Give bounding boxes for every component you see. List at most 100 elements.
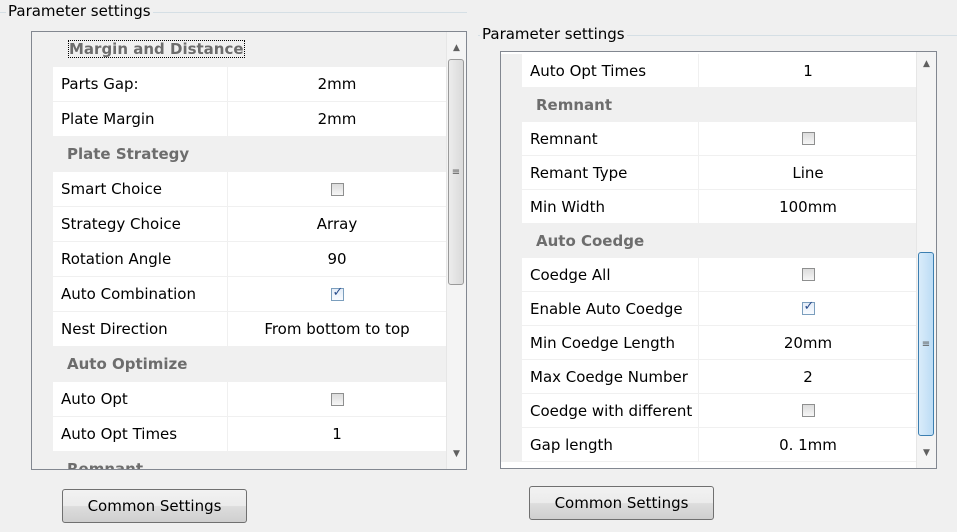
category-row-margin-and-distance[interactable]: Margin and Distance	[32, 32, 446, 67]
checked-checkbox[interactable]	[801, 299, 815, 315]
triangle-up-icon[interactable]: ▲	[917, 54, 936, 73]
property-row-enable-auto-coedge[interactable]: Enable Auto Coedge	[501, 292, 917, 326]
checkbox[interactable]	[330, 182, 344, 196]
property-name: Max Coedge Number	[522, 360, 699, 393]
scroll-thumb[interactable]: ≡	[918, 252, 934, 436]
row-gutter	[32, 347, 53, 381]
property-grid[interactable]: Margin and Distance Parts Gap: 2mm Plate Ma…	[31, 31, 467, 470]
property-row-remant-type[interactable]: Remant Type Line	[501, 156, 917, 190]
row-gutter	[501, 292, 522, 325]
category-row-remnant[interactable]: Remnant	[32, 452, 446, 470]
property-row-nest-direction[interactable]: Nest Direction From bottom to top	[32, 312, 446, 347]
property-value[interactable]: 20mm	[699, 326, 917, 359]
property-name: Rotation Angle	[53, 242, 228, 276]
triangle-down-icon[interactable]: ▼	[917, 443, 936, 462]
property-name: Parts Gap:	[53, 67, 228, 101]
property-value[interactable]: 2mm	[228, 102, 446, 136]
property-row-max-coedge-number[interactable]: Max Coedge Number 2	[501, 360, 917, 394]
property-value-checkbox-cell[interactable]	[699, 258, 917, 291]
property-value-checkbox-cell[interactable]	[228, 277, 446, 311]
right-parameter-panel: Parameter settings Auto Opt Times 1 Remnan…	[478, 0, 957, 532]
triangle-up-icon[interactable]: ▲	[447, 38, 466, 57]
common-settings-button[interactable]: Common Settings	[529, 486, 714, 520]
property-row-auto-combination[interactable]: Auto Combination	[32, 277, 446, 312]
property-row-parts-gap[interactable]: Parts Gap: 2mm	[32, 67, 446, 102]
property-name: Min Width	[522, 190, 699, 223]
property-row-coedge-all[interactable]: Coedge All	[501, 258, 917, 292]
property-value-checkbox-cell[interactable]	[228, 382, 446, 416]
property-row-min-width[interactable]: Min Width 100mm	[501, 190, 917, 224]
grip-lines-icon: ≡	[921, 338, 931, 350]
row-gutter	[32, 417, 53, 451]
left-parameter-panel: Parameter settings Margin and Distance Pa…	[0, 0, 467, 532]
property-value[interactable]: 90	[228, 242, 446, 276]
property-row-auto-opt-times[interactable]: Auto Opt Times 1	[32, 417, 446, 452]
row-gutter	[501, 54, 522, 87]
category-label-text: Remnant	[67, 460, 144, 470]
property-row-strategy-choice[interactable]: Strategy Choice Array	[32, 207, 446, 242]
property-value[interactable]: Line	[699, 156, 917, 189]
property-row-coedge-with-different[interactable]: Coedge with different	[501, 394, 917, 428]
property-grid[interactable]: Auto Opt Times 1 Remnant Remnant Remant Type…	[500, 51, 937, 469]
property-name: Coedge with different	[522, 394, 699, 427]
vertical-scrollbar[interactable]: ▲ ≡ ▼	[916, 52, 936, 468]
property-row-plate-margin[interactable]: Plate Margin 2mm	[32, 102, 446, 137]
property-value-checkbox-cell[interactable]	[699, 394, 917, 427]
vertical-scrollbar[interactable]: ▲ ≡ ▼	[446, 32, 466, 469]
property-row-min-coedge-length[interactable]: Min Coedge Length 20mm	[501, 326, 917, 360]
property-row-rotation-angle[interactable]: Rotation Angle 90	[32, 242, 446, 277]
property-value[interactable]: 0. 1mm	[699, 428, 917, 461]
property-name: Auto Opt	[53, 382, 228, 416]
property-row-auto-opt[interactable]: Auto Opt	[32, 382, 446, 417]
triangle-down-icon[interactable]: ▼	[447, 444, 466, 463]
row-gutter	[32, 137, 53, 171]
row-gutter	[32, 102, 53, 136]
property-name: Remnant	[522, 122, 699, 155]
row-gutter	[501, 258, 522, 291]
checkbox[interactable]	[801, 132, 815, 145]
category-row-auto-optimize[interactable]: Auto Optimize	[32, 347, 446, 382]
scroll-thumb[interactable]: ≡	[448, 59, 464, 285]
row-gutter	[501, 122, 522, 155]
category-label-text: Auto Optimize	[67, 355, 188, 373]
property-row-auto-opt-times[interactable]: Auto Opt Times 1	[501, 54, 917, 88]
category-label-text: Plate Strategy	[67, 145, 190, 163]
property-value-checkbox-cell[interactable]	[699, 292, 917, 325]
category-row-auto-coedge[interactable]: Auto Coedge	[501, 224, 917, 258]
property-name: Plate Margin	[53, 102, 228, 136]
row-gutter	[32, 172, 53, 206]
property-value[interactable]: Array	[228, 207, 446, 241]
property-row-remnant[interactable]: Remnant	[501, 122, 917, 156]
property-name: Remant Type	[522, 156, 699, 189]
row-gutter	[32, 312, 53, 346]
property-name: Min Coedge Length	[522, 326, 699, 359]
category-label: Plate Strategy	[53, 137, 446, 171]
property-value[interactable]: 1	[228, 417, 446, 451]
property-value[interactable]: 1	[699, 54, 917, 87]
category-label: Auto Optimize	[53, 347, 446, 381]
checked-checkbox[interactable]	[330, 285, 344, 301]
common-settings-button[interactable]: Common Settings	[62, 489, 247, 523]
property-name: Coedge All	[522, 258, 699, 291]
property-name: Enable Auto Coedge	[522, 292, 699, 325]
panel-title: Parameter settings	[480, 25, 627, 43]
row-gutter	[32, 277, 53, 311]
category-row-remnant[interactable]: Remnant	[501, 88, 917, 122]
row-gutter	[501, 428, 522, 461]
property-value-checkbox-cell[interactable]	[228, 172, 446, 206]
row-gutter	[32, 207, 53, 241]
checkbox[interactable]	[801, 404, 815, 417]
property-row-gap-length[interactable]: Gap length 0. 1mm	[501, 428, 917, 462]
property-value[interactable]: 2mm	[228, 67, 446, 101]
property-value[interactable]: 100mm	[699, 190, 917, 223]
property-name: Gap length	[522, 428, 699, 461]
property-value-checkbox-cell[interactable]	[699, 122, 917, 155]
checkbox[interactable]	[330, 392, 344, 406]
category-row-plate-strategy[interactable]: Plate Strategy	[32, 137, 446, 172]
property-value[interactable]: From bottom to top	[228, 312, 446, 346]
checkbox[interactable]	[801, 268, 815, 281]
row-gutter	[501, 88, 522, 121]
property-value[interactable]: 2	[699, 360, 917, 393]
property-row-smart-choice[interactable]: Smart Choice	[32, 172, 446, 207]
category-label: Auto Coedge	[522, 224, 917, 257]
